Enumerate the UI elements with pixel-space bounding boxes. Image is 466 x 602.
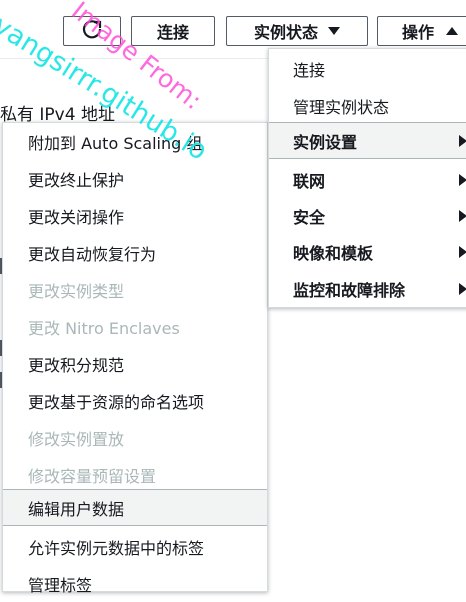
- connect-button[interactable]: 连接: [131, 16, 215, 46]
- menu-item-label: 联网: [293, 171, 326, 191]
- menu-item-label: 监控和故障排除: [293, 280, 406, 300]
- menu-item-label: 安全: [293, 207, 326, 227]
- menu-item-security[interactable]: 安全: [269, 197, 466, 234]
- actions-menu: 连接 管理实例状态 实例设置 联网 安全 映像和模板 监控和故障排除: [268, 48, 466, 308]
- submenu-item-auto-recovery[interactable]: 更改自动恢复行为: [3, 234, 267, 271]
- submenu-item-shutdown-behavior[interactable]: 更改关闭操作: [3, 197, 267, 234]
- instance-state-button[interactable]: 实例状态: [226, 16, 368, 46]
- instance-settings-submenu: 附加到 Auto Scaling 组 更改终止保护 更改关闭操作 更改自动恢复行…: [2, 122, 268, 595]
- actions-button[interactable]: 操作: [377, 16, 466, 46]
- menu-item-label: 映像和模板: [293, 243, 374, 263]
- submenu-item-edit-user-data[interactable]: 编辑用户数据: [3, 489, 267, 526]
- menu-item-label: 管理实例状态: [293, 97, 390, 117]
- submenu-item-nitro-enclaves: 更改 Nitro Enclaves: [28, 318, 180, 338]
- menu-item-connect[interactable]: 连接: [269, 50, 466, 87]
- submenu-item-credit-specification[interactable]: 更改积分规范: [3, 345, 267, 382]
- connect-button-label: 连接: [156, 23, 189, 42]
- submenu-item-termination-protection[interactable]: 更改终止保护: [3, 160, 267, 197]
- menu-item-label: 实例设置: [293, 132, 358, 152]
- instance-state-label: 实例状态: [253, 23, 318, 42]
- submenu-item-metadata-tags[interactable]: 允许实例元数据中的标签: [3, 528, 267, 565]
- caret-right-icon: [459, 209, 466, 222]
- caret-down-icon: [328, 27, 340, 35]
- submenu-item-resource-naming[interactable]: 更改基于资源的命名选项: [3, 382, 267, 419]
- actions-label: 操作: [402, 23, 435, 42]
- menu-item-instance-settings[interactable]: 实例设置: [269, 122, 466, 159]
- submenu-item-instance-placement: 修改实例置放: [28, 429, 125, 449]
- caret-right-icon: [459, 173, 466, 186]
- caret-right-icon: [459, 134, 466, 147]
- submenu-item-change-instance-type: 更改实例类型: [28, 281, 125, 301]
- menu-item-label: 连接: [293, 60, 326, 80]
- caret-right-icon: [459, 282, 466, 295]
- menu-item-monitor-troubleshoot[interactable]: 监控和故障排除: [269, 270, 466, 307]
- caret-up-icon: [446, 27, 459, 35]
- menu-item-manage-instance-state[interactable]: 管理实例状态: [269, 87, 466, 124]
- submenu-item-manage-tags[interactable]: 管理标签: [3, 565, 267, 602]
- menu-item-images-templates[interactable]: 映像和模板: [269, 233, 466, 270]
- menu-item-networking[interactable]: 联网: [269, 161, 466, 198]
- submenu-item-capacity-reservation: 修改容量预留设置: [28, 466, 157, 486]
- caret-right-icon: [459, 245, 466, 258]
